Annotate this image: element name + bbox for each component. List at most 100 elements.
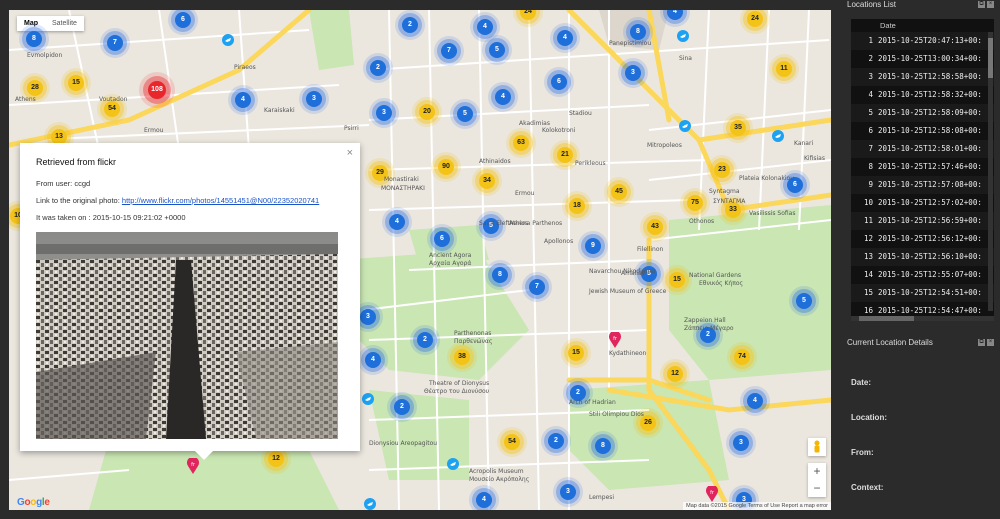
marker-cluster[interactable]: 8 [630, 24, 646, 40]
marker-cluster[interactable]: 7 [441, 43, 457, 59]
marker-cluster[interactable]: 2 [402, 17, 418, 33]
marker-cluster[interactable]: 4 [476, 492, 492, 508]
marker-cluster[interactable]: 4 [477, 19, 493, 35]
marker-cluster[interactable]: 15 [568, 345, 584, 361]
map-type-satellite-button[interactable]: Satellite [45, 16, 84, 31]
table-row[interactable]: 4 2015-10-25T12:58:32+00: [851, 86, 994, 104]
locations-table[interactable]: Date 1 2015-10-25T20:47:13+00: 2 2015-10-25… [851, 19, 994, 321]
map-attribution[interactable]: Map data ©2015 Google Terms of Use Repor… [683, 502, 831, 510]
marker-cluster[interactable]: 54 [504, 434, 520, 450]
marker-cluster[interactable]: 35 [730, 120, 746, 136]
marker-cluster[interactable]: 108 [148, 81, 166, 99]
table-row[interactable]: 2 2015-10-25T13:00:34+00: [851, 50, 994, 68]
marker-cluster[interactable]: 7 [107, 35, 123, 51]
street-view-pegman-icon[interactable] [808, 438, 826, 456]
float-icon[interactable]: ⧉ [978, 339, 985, 346]
marker-cluster[interactable]: 54 [104, 101, 120, 117]
table-row[interactable]: 3 2015-10-25T12:58:58+00: [851, 68, 994, 86]
marker-cluster[interactable]: 12 [268, 451, 284, 467]
table-row[interactable]: 14 2015-10-25T12:55:07+00: [851, 266, 994, 284]
marker-cluster[interactable]: 7 [529, 279, 545, 295]
marker-cluster[interactable]: 2 [548, 433, 564, 449]
marker-cluster[interactable]: 5 [796, 293, 812, 309]
table-row[interactable]: 6 2015-10-25T12:58:08+00: [851, 122, 994, 140]
marker-cluster[interactable]: 3 [733, 435, 749, 451]
table-row[interactable]: 10 2015-10-25T12:57:02+00: [851, 194, 994, 212]
marker-cluster[interactable]: 11 [776, 61, 792, 77]
marker-cluster[interactable]: 8 [595, 438, 611, 454]
marker-cluster[interactable]: 45 [611, 184, 627, 200]
twitter-pin-icon[interactable] [677, 30, 689, 42]
close-icon[interactable]: × [987, 339, 994, 346]
photo-link[interactable]: http://www.flickr.com/photos/14551451@N0… [122, 196, 319, 205]
marker-cluster[interactable]: 3 [625, 65, 641, 81]
marker-cluster[interactable]: 15 [669, 272, 685, 288]
flickr-pin-icon[interactable]: fr [609, 332, 621, 348]
table-row[interactable]: 11 2015-10-25T12:56:59+00: [851, 212, 994, 230]
zoom-out-button[interactable]: − [808, 480, 826, 497]
marker-cluster[interactable]: 2 [394, 399, 410, 415]
map-canvas[interactable]: Map Satellite 8 7 6 2 4 4 24 8 4 24 7 2 5 6 3 11 28 15 108… [9, 10, 831, 510]
marker-cluster[interactable]: 6 [175, 12, 191, 28]
twitter-pin-icon[interactable] [364, 498, 376, 510]
flickr-photo[interactable] [36, 232, 338, 439]
close-icon[interactable]: × [347, 147, 353, 159]
twitter-pin-icon[interactable] [772, 130, 784, 142]
marker-cluster[interactable]: 75 [687, 195, 703, 211]
map-type-map-button[interactable]: Map [17, 16, 45, 31]
twitter-pin-icon[interactable] [447, 458, 459, 470]
marker-cluster[interactable]: 3 [306, 91, 322, 107]
marker-cluster[interactable]: 5 [457, 106, 473, 122]
marker-cluster[interactable]: 4 [747, 393, 763, 409]
marker-cluster[interactable]: 3 [360, 309, 376, 325]
table-row[interactable]: 7 2015-10-25T12:58:01+00: [851, 140, 994, 158]
table-row[interactable]: 13 2015-10-25T12:56:10+00: [851, 248, 994, 266]
marker-cluster[interactable]: 24 [747, 11, 763, 27]
marker-cluster[interactable]: 18 [569, 198, 585, 214]
column-header-date[interactable]: Date [851, 19, 994, 32]
zoom-in-button[interactable]: + [808, 463, 826, 480]
marker-cluster[interactable]: 9 [585, 238, 601, 254]
table-row[interactable]: 9 2015-10-25T12:57:08+00: [851, 176, 994, 194]
float-icon[interactable]: ⧉ [978, 1, 985, 8]
marker-cluster[interactable]: 4 [235, 92, 251, 108]
table-row[interactable]: 8 2015-10-25T12:57:46+00: [851, 158, 994, 176]
marker-cluster[interactable]: 3 [560, 484, 576, 500]
marker-cluster[interactable]: 15 [68, 75, 84, 91]
marker-cluster[interactable]: 12 [667, 366, 683, 382]
marker-cluster[interactable]: 3 [376, 105, 392, 121]
marker-cluster[interactable]: 8 [26, 31, 42, 47]
marker-cluster[interactable]: 43 [647, 219, 663, 235]
marker-cluster[interactable]: 23 [714, 162, 730, 178]
marker-cluster[interactable]: 34 [479, 173, 495, 189]
twitter-pin-icon[interactable] [679, 120, 691, 132]
marker-cluster[interactable]: 6 [551, 74, 567, 90]
horizontal-scrollbar[interactable] [851, 316, 994, 321]
table-row[interactable]: 1 2015-10-25T20:47:13+00: [851, 32, 994, 50]
twitter-pin-icon[interactable] [362, 393, 374, 405]
flickr-pin-icon[interactable]: fr [706, 486, 718, 502]
marker-cluster[interactable]: 63 [513, 135, 529, 151]
marker-cluster[interactable]: 4 [389, 214, 405, 230]
marker-cluster[interactable]: 2 [370, 60, 386, 76]
flickr-pin-icon[interactable]: fr [187, 458, 199, 474]
vertical-scrollbar[interactable] [988, 32, 993, 311]
marker-cluster[interactable]: 28 [27, 80, 43, 96]
marker-cluster[interactable]: 4 [495, 89, 511, 105]
table-row[interactable]: 12 2015-10-25T12:56:12+00: [851, 230, 994, 248]
close-icon[interactable]: × [987, 1, 994, 8]
twitter-pin-icon[interactable] [222, 34, 234, 46]
table-row[interactable]: 15 2015-10-25T12:54:51+00: [851, 284, 994, 302]
table-row[interactable]: 5 2015-10-25T12:58:09+00: [851, 104, 994, 122]
marker-cluster[interactable]: 38 [454, 349, 470, 365]
marker-cluster[interactable]: 21 [557, 147, 573, 163]
marker-cluster[interactable]: 90 [438, 159, 454, 175]
marker-cluster[interactable]: 8 [492, 267, 508, 283]
marker-cluster[interactable]: 5 [489, 42, 505, 58]
marker-cluster[interactable]: 2 [417, 332, 433, 348]
marker-cluster[interactable]: 6 [434, 231, 450, 247]
marker-cluster[interactable]: 20 [419, 104, 435, 120]
marker-cluster[interactable]: 74 [734, 349, 750, 365]
marker-cluster[interactable]: 4 [365, 352, 381, 368]
marker-cluster[interactable]: 4 [557, 30, 573, 46]
